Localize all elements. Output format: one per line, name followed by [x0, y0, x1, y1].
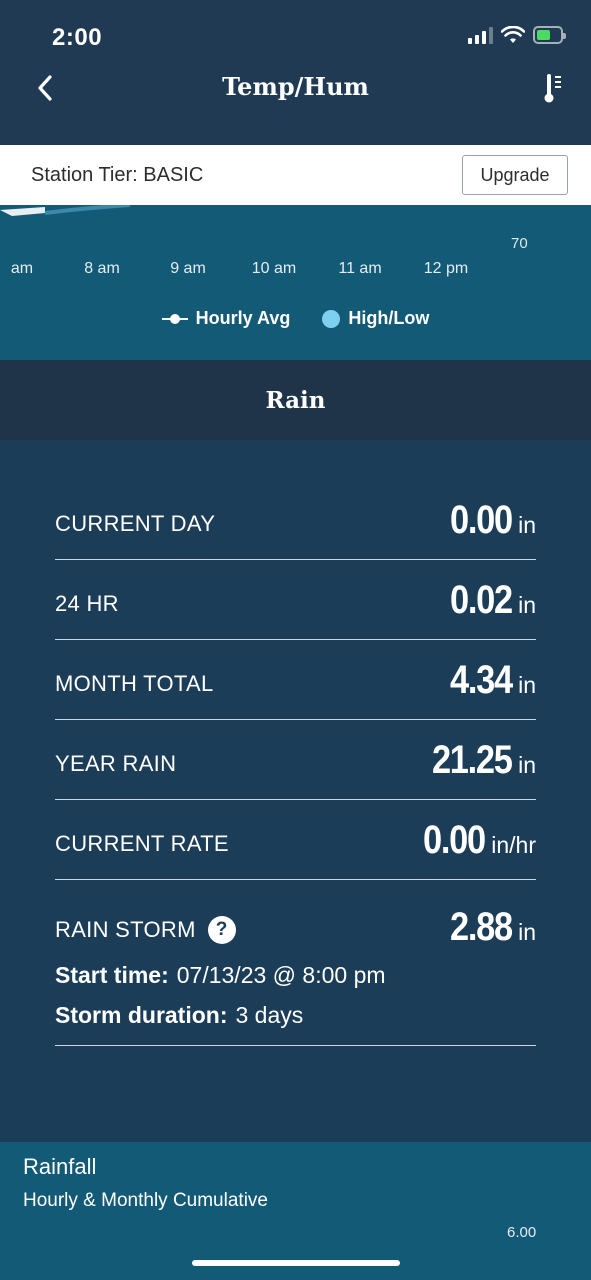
rain-row-value: 21.25 in	[419, 738, 536, 783]
temp-hum-chart[interactable]: 70 am 8 am 9 am 10 am 11 am 12 pm Hourly…	[0, 205, 591, 360]
station-tier-bar: Station Tier: BASIC Upgrade	[0, 145, 591, 205]
rain-row-label: 24 HR	[55, 591, 119, 616]
rain-value: 2.88	[450, 905, 513, 949]
upgrade-button[interactable]: Upgrade	[462, 155, 568, 195]
chart-y-tick: 70	[511, 235, 528, 252]
rain-row-current-rate: CURRENT RATE 0.00 in/hr	[55, 800, 536, 880]
rain-value: 0.02	[450, 578, 513, 622]
legend-label: Hourly Avg	[195, 308, 291, 328]
battery-icon	[533, 26, 566, 44]
rain-row-value: 0.02 in	[440, 578, 536, 623]
status-icons	[468, 26, 566, 44]
rain-row-label: MONTH TOTAL	[55, 671, 214, 696]
cellular-signal-icon	[468, 26, 493, 44]
rain-value: 0.00	[450, 498, 513, 542]
rain-row-year-rain: YEAR RAIN 21.25 in	[55, 720, 536, 800]
rain-stats: CURRENT DAY 0.00 in 24 HR 0.02 in MONTH …	[0, 440, 591, 1142]
storm-start-label: Start time:	[55, 962, 169, 988]
chart-x-tick: 8 am	[84, 260, 120, 277]
rain-unit: in	[518, 752, 536, 778]
rain-unit: in	[518, 592, 536, 618]
rain-section-title: Rain	[0, 360, 591, 440]
rain-row-value: 0.00 in	[440, 498, 536, 543]
rain-row-value: 4.34 in	[440, 658, 536, 703]
dot-marker-icon	[322, 309, 341, 328]
rain-row-label: RAIN STORM ?	[55, 916, 236, 944]
app-header: 2:00 Temp/Hum	[0, 0, 591, 145]
rainfall-title: Rainfall	[23, 1154, 97, 1179]
rain-row-value: 2.88 in	[440, 905, 536, 950]
thermometer-settings-button[interactable]	[543, 70, 567, 106]
rain-storm-block: RAIN STORM ? 2.88 in Start time: 07/13/23…	[55, 880, 536, 1046]
rain-unit: in	[518, 919, 536, 945]
rain-storm-row: RAIN STORM ? 2.88 in	[55, 902, 536, 952]
chart-series-line	[0, 205, 131, 216]
rainfall-subtitle: Hourly & Monthly Cumulative	[23, 1190, 268, 1211]
status-time: 2:00	[52, 24, 103, 51]
rain-row-label: CURRENT RATE	[55, 831, 229, 856]
chart-legend: Hourly Avg High/Low	[0, 308, 591, 329]
rain-row-label: CURRENT DAY	[55, 511, 216, 536]
rain-value: 0.00	[423, 818, 486, 862]
rain-row-24hr: 24 HR 0.02 in	[55, 560, 536, 640]
storm-start-value: 07/13/23 @ 8:00 pm	[176, 962, 386, 988]
rainfall-y-tick: 6.00	[507, 1224, 537, 1241]
legend-high-low[interactable]: High/Low	[322, 308, 429, 329]
chart-x-tick: 9 am	[170, 260, 206, 277]
rain-row-label: YEAR RAIN	[55, 751, 177, 776]
legend-label: High/Low	[348, 308, 430, 328]
rain-value: 21.25	[432, 738, 513, 782]
rain-unit: in	[518, 672, 536, 698]
station-tier-label: Station Tier: BASIC	[31, 164, 204, 186]
thermometer-icon	[544, 74, 561, 103]
rain-value: 4.34	[450, 658, 513, 702]
rain-unit: in/hr	[491, 832, 536, 858]
page-title: Temp/Hum	[222, 72, 369, 101]
storm-duration-label: Storm duration:	[55, 1002, 228, 1028]
rain-unit: in	[518, 512, 536, 538]
rain-row-current-day: CURRENT DAY 0.00 in	[55, 480, 536, 560]
storm-duration-value: 3 days	[235, 1002, 304, 1028]
home-indicator[interactable]	[192, 1260, 400, 1266]
storm-duration: Storm duration: 3 days	[55, 1002, 303, 1029]
rain-row-month-total: MONTH TOTAL 4.34 in	[55, 640, 536, 720]
chart-x-tick: 10 am	[251, 260, 297, 277]
chart-x-tick: am	[10, 260, 34, 277]
line-marker-icon	[161, 313, 188, 324]
help-icon[interactable]: ?	[207, 916, 236, 944]
legend-hourly-avg[interactable]: Hourly Avg	[161, 308, 291, 329]
wifi-icon	[501, 26, 525, 43]
storm-start-time: Start time: 07/13/23 @ 8:00 pm	[55, 962, 386, 989]
chart-x-tick: 11 am	[338, 260, 382, 277]
rain-storm-label: RAIN STORM	[55, 917, 196, 942]
rain-row-value: 0.00 in/hr	[413, 818, 536, 863]
chart-x-tick: 12 pm	[423, 260, 469, 277]
